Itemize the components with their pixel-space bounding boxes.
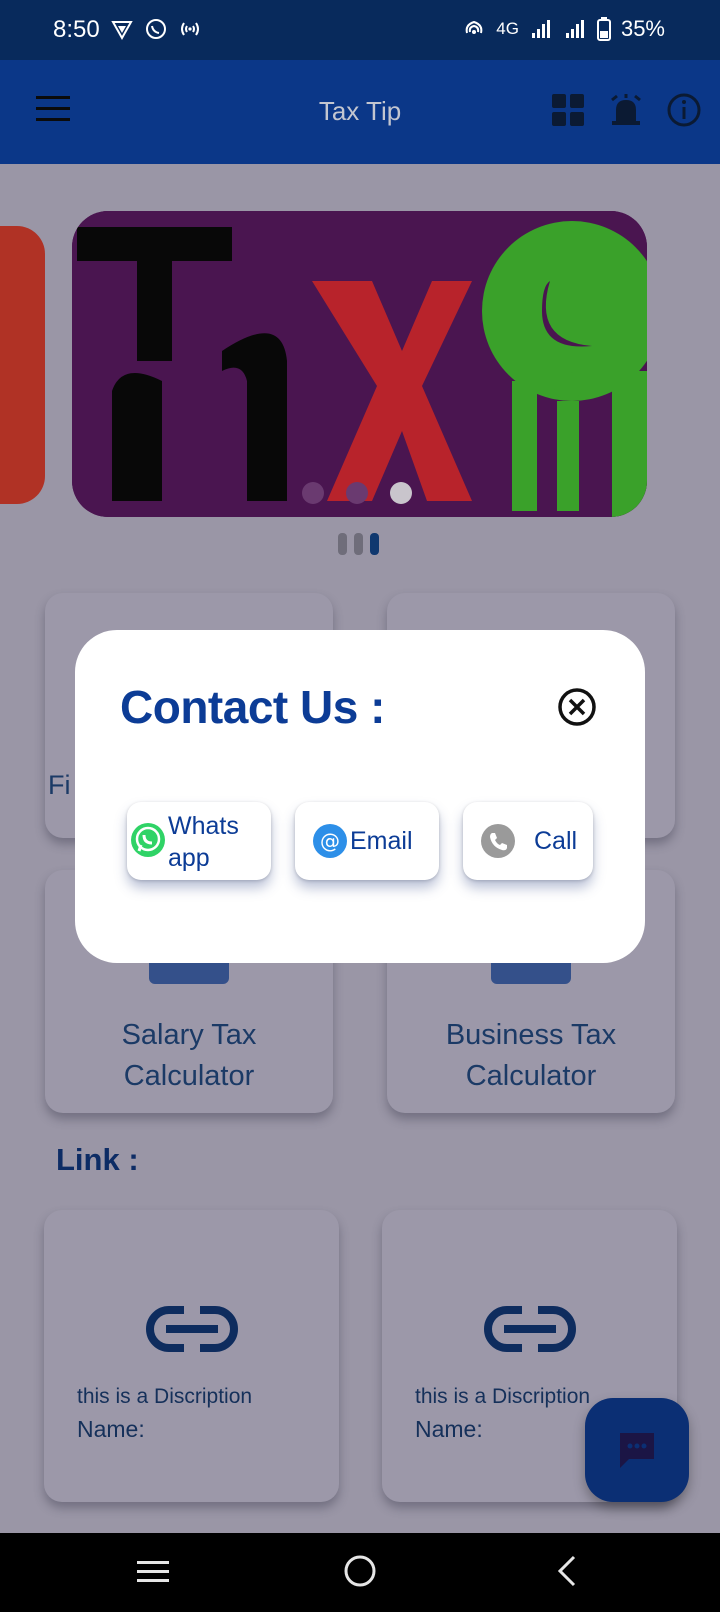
link-name: Name: (77, 1416, 145, 1442)
system-nav-bar (0, 1533, 720, 1612)
whatsapp-button[interactable]: Whats app (127, 802, 271, 880)
signal-wifi-icon (465, 20, 483, 34)
calculator-icon (149, 962, 229, 984)
at-icon: @ (313, 824, 347, 858)
feature-card-1-label: Fi (48, 770, 71, 800)
grid-icon[interactable] (550, 92, 586, 128)
carousel-pager (338, 533, 379, 555)
battery-level: 35% (620, 16, 665, 41)
link-card[interactable]: this is a Discription Name: (44, 1210, 339, 1502)
link-description: this is a Discription (415, 1385, 591, 1408)
battery-icon (596, 17, 611, 41)
chat-icon (620, 1433, 654, 1468)
banner-dots (302, 482, 412, 504)
salary-calc-line2: Calculator (123, 1060, 255, 1092)
calculator-icon (491, 962, 571, 984)
status-left-icons (110, 17, 202, 41)
email-button[interactable]: @ Email (295, 802, 439, 880)
link-icon (484, 1306, 576, 1352)
status-time: 8:50 (53, 16, 100, 43)
app-bar-actions (550, 92, 702, 128)
business-calc-line1: Business Tax (445, 1019, 617, 1051)
signal-strength-icon (531, 20, 550, 38)
banner-slide[interactable] (72, 211, 647, 517)
home-icon[interactable] (342, 1553, 378, 1589)
status-bar: 8:50 4G 35% (0, 0, 720, 60)
salary-calc-line1: Salary Tax (121, 1019, 257, 1051)
link-icon (146, 1306, 238, 1352)
network-type: 4G (496, 19, 519, 38)
svg-text:@: @ (320, 829, 340, 853)
whatsapp-icon (131, 823, 165, 857)
contact-us-dialog: Contact Us : Whats app @ Email Call (75, 630, 645, 963)
dialog-title: Contact Us : (120, 681, 385, 733)
call-button[interactable]: Call (463, 802, 593, 880)
vpn-icon (111, 21, 133, 41)
close-circle-icon[interactable] (557, 687, 597, 727)
whatsapp-status-icon (146, 19, 166, 39)
carousel-prev-slide[interactable] (0, 226, 45, 504)
hotspot-icon (181, 22, 199, 36)
recents-icon[interactable] (135, 1553, 171, 1589)
tax-tip-logo-image (72, 211, 647, 517)
app-bar: Tax Tip (0, 60, 720, 164)
whatsapp-label-line1: Whats (168, 812, 239, 840)
back-icon[interactable] (550, 1553, 586, 1589)
call-label: Call (534, 827, 578, 855)
status-right: 4G 35% (462, 16, 665, 42)
alarm-icon[interactable] (608, 92, 644, 128)
phone-icon (481, 824, 515, 858)
signal-strength-icon-2 (565, 20, 584, 38)
info-icon[interactable] (666, 92, 702, 128)
email-label: Email (350, 827, 413, 855)
whatsapp-label-line2: app (168, 844, 210, 872)
links-heading: Link : (56, 1142, 139, 1177)
link-description: this is a Discription (77, 1385, 253, 1408)
link-name: Name: (415, 1416, 483, 1442)
business-calc-line2: Calculator (465, 1060, 597, 1092)
chat-fab[interactable] (585, 1398, 689, 1502)
